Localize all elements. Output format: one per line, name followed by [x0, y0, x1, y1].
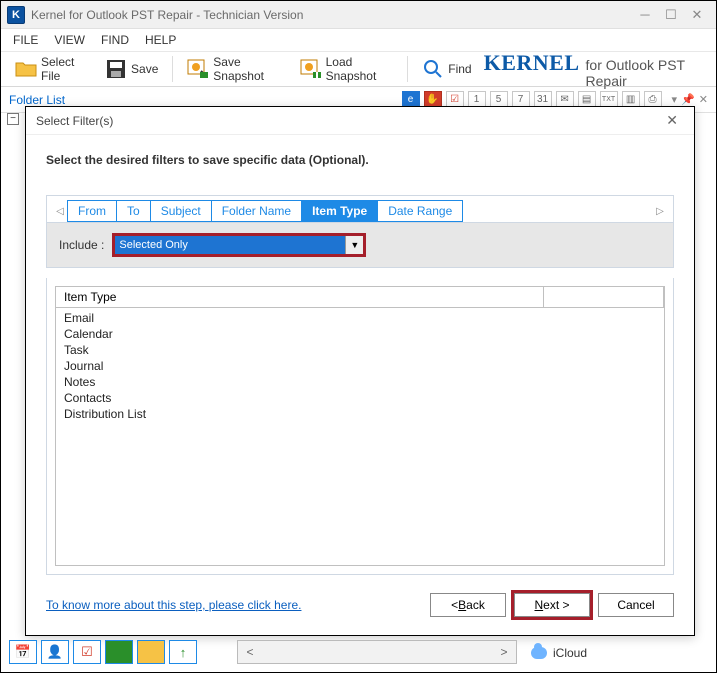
cancel-button[interactable]: Cancel	[598, 593, 674, 617]
list-item[interactable]: Email	[64, 310, 656, 326]
include-label: Include :	[59, 238, 104, 252]
view-notes-icon[interactable]	[105, 640, 133, 664]
view-switch-tray: 📅 👤 ☑ ↑	[9, 640, 197, 664]
back-button[interactable]: < Back	[430, 593, 506, 617]
scroll-right-icon[interactable]: >	[492, 645, 516, 659]
titlebar: K Kernel for Outlook PST Repair - Techni…	[1, 1, 716, 29]
brand-kernel: KERNEL	[484, 50, 580, 76]
save-button[interactable]: Save	[99, 56, 164, 82]
tab-folder-name[interactable]: Folder Name	[211, 200, 302, 222]
snapshot-load-icon	[300, 58, 322, 80]
panel-pin-icon[interactable]: 📌	[681, 93, 695, 106]
close-button[interactable]: ✕	[684, 5, 710, 25]
item-type-panel: Item Type EmailCalendarTaskJournalNotesC…	[46, 278, 674, 575]
tab-date-range[interactable]: Date Range	[377, 200, 463, 222]
view-tasks-icon[interactable]: ☑	[73, 640, 101, 664]
horizontal-scrollbar[interactable]: < >	[237, 640, 517, 664]
filter-tabs-row: ◁ FromToSubjectFolder NameItem TypeDate …	[46, 195, 674, 222]
load-snapshot-label: Load Snapshot	[326, 55, 394, 83]
view-calendar-icon[interactable]: 📅	[9, 640, 37, 664]
list-item[interactable]: Calendar	[64, 326, 656, 342]
folder-open-icon	[15, 58, 37, 80]
panel-close-icon[interactable]: ✕	[699, 93, 708, 106]
save-snapshot-label: Save Snapshot	[213, 55, 281, 83]
minimize-button[interactable]: ─	[632, 5, 658, 25]
tabs-scroll-right[interactable]: ▷	[653, 202, 667, 220]
list-item[interactable]: Contacts	[64, 390, 656, 406]
tab-subject[interactable]: Subject	[150, 200, 212, 222]
dialog-title: Select Filter(s)	[36, 114, 113, 128]
list-header: Item Type	[56, 287, 664, 308]
menu-file[interactable]: FILE	[13, 33, 38, 47]
load-snapshot-button[interactable]: Load Snapshot	[294, 53, 400, 85]
list-item[interactable]: Journal	[64, 358, 656, 374]
cloud-icon	[531, 647, 547, 659]
dropdown-caret-icon[interactable]: ▼	[345, 236, 363, 254]
menu-view[interactable]: VIEW	[54, 33, 85, 47]
list-item[interactable]: Task	[64, 342, 656, 358]
brand: KERNEL for Outlook PST Repair	[484, 50, 708, 89]
snapshot-save-icon	[187, 58, 209, 80]
column-spare	[544, 287, 664, 307]
save-snapshot-button[interactable]: Save Snapshot	[181, 53, 287, 85]
floppy-icon	[105, 58, 127, 80]
include-strip: Include : ▼	[46, 222, 674, 268]
view-up-icon[interactable]: ↑	[169, 640, 197, 664]
tabs-scroll-left[interactable]: ◁	[53, 202, 67, 220]
app-icon: K	[7, 6, 25, 24]
magnifier-icon	[422, 58, 444, 80]
column-item-type[interactable]: Item Type	[56, 287, 544, 307]
maximize-button[interactable]: ☐	[658, 5, 684, 25]
list-item[interactable]: Distribution List	[64, 406, 656, 422]
view-contacts-icon[interactable]: 👤	[41, 640, 69, 664]
help-link[interactable]: To know more about this step, please cli…	[46, 598, 301, 612]
select-file-button[interactable]: Select File	[9, 53, 93, 85]
menu-help[interactable]: HELP	[145, 33, 176, 47]
tab-to[interactable]: To	[116, 200, 151, 222]
dialog-heading: Select the desired filters to save speci…	[46, 153, 674, 167]
scroll-left-icon[interactable]: <	[238, 645, 262, 659]
window-title: Kernel for Outlook PST Repair - Technici…	[31, 8, 303, 22]
tab-from[interactable]: From	[67, 200, 117, 222]
icloud-node[interactable]: iCloud	[531, 646, 587, 660]
dialog-titlebar: Select Filter(s) ✕	[26, 107, 694, 135]
next-button[interactable]: Next >	[514, 593, 590, 617]
find-label: Find	[448, 62, 471, 76]
select-filters-dialog: Select Filter(s) ✕ Select the desired fi…	[25, 106, 695, 636]
folder-list-label: Folder List	[9, 93, 65, 107]
include-select[interactable]: ▼	[112, 233, 366, 257]
list-item[interactable]: Notes	[64, 374, 656, 390]
dialog-footer: To know more about this step, please cli…	[26, 575, 694, 635]
view-journal-icon[interactable]	[137, 640, 165, 664]
dialog-close-button[interactable]: ✕	[660, 110, 684, 131]
find-button[interactable]: Find	[416, 56, 477, 82]
icloud-label: iCloud	[553, 646, 587, 660]
brand-rest: for Outlook PST Repair	[586, 57, 700, 89]
include-select-value[interactable]	[115, 236, 345, 254]
save-label: Save	[131, 62, 158, 76]
toolbar: Select File Save Save Snapshot Load Snap…	[1, 51, 716, 87]
menubar: FILE VIEW FIND HELP	[1, 29, 716, 51]
tab-item-type[interactable]: Item Type	[301, 200, 378, 222]
folder-tree-root[interactable]: −	[7, 113, 19, 125]
menu-find[interactable]: FIND	[101, 33, 129, 47]
panel-dropdown-icon[interactable]: ▾	[672, 93, 678, 106]
select-file-label: Select File	[41, 55, 87, 83]
